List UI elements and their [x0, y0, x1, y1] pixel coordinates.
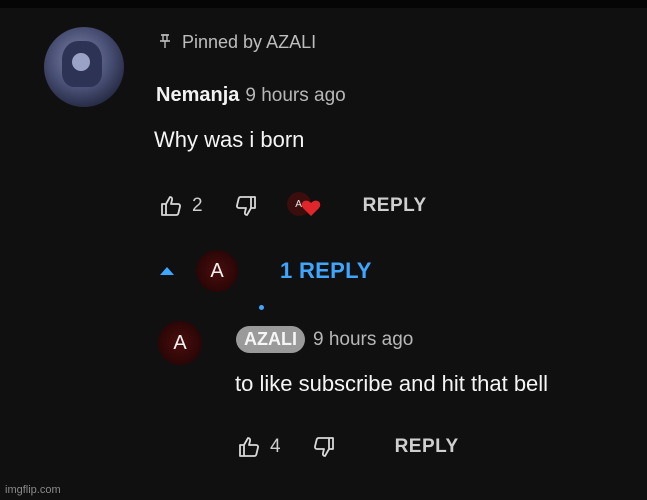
reply-time[interactable]: 9 hours ago — [313, 329, 413, 351]
reply-like-count: 4 — [270, 436, 281, 457]
comment-text: Why was i born — [154, 127, 305, 152]
creator-heart: A — [286, 190, 327, 222]
thumbs-down-icon[interactable] — [233, 193, 259, 219]
commenter-avatar[interactable] — [44, 27, 124, 107]
pinned-indicator: Pinned by AZALI — [158, 32, 316, 53]
reply-header: AZALI 9 hours ago — [236, 326, 413, 353]
reply-button[interactable]: REPLY — [363, 195, 427, 217]
pinned-label: Pinned by AZALI — [182, 32, 317, 52]
pin-icon — [158, 33, 172, 52]
thumbs-up-icon[interactable] — [158, 193, 184, 219]
thumbs-up-icon[interactable] — [236, 434, 262, 460]
comment-thread: Pinned by AZALI Nemanja 9 hours ago Why … — [0, 0, 647, 500]
replies-count-link[interactable]: 1 REPLY — [280, 258, 372, 284]
comment-time[interactable]: 9 hours ago — [245, 85, 345, 107]
comment-actions: 2 A REPLY — [158, 190, 427, 222]
creator-badge[interactable]: AZALI — [236, 326, 305, 353]
reply-text: to like subscribe and hit that bell — [235, 371, 549, 396]
top-border — [0, 0, 647, 8]
reply-actions: 4 REPLY — [236, 434, 459, 460]
caret-up-icon[interactable] — [160, 267, 174, 275]
avatar-highlight — [72, 53, 90, 71]
watermark: imgflip.com — [5, 484, 61, 496]
reply-author-avatar[interactable]: A — [158, 321, 202, 365]
like-count: 2 — [192, 195, 203, 216]
reply-reply-button[interactable]: REPLY — [395, 436, 459, 458]
new-reply-dot — [259, 305, 264, 310]
replier-avatar-small: A — [196, 250, 238, 292]
comment-author[interactable]: Nemanja — [156, 84, 239, 107]
heart-icon — [301, 200, 320, 216]
comment-header: Nemanja 9 hours ago — [156, 84, 346, 107]
thumbs-down-icon[interactable] — [311, 434, 337, 460]
replies-toggle[interactable]: A 1 REPLY — [160, 250, 372, 292]
